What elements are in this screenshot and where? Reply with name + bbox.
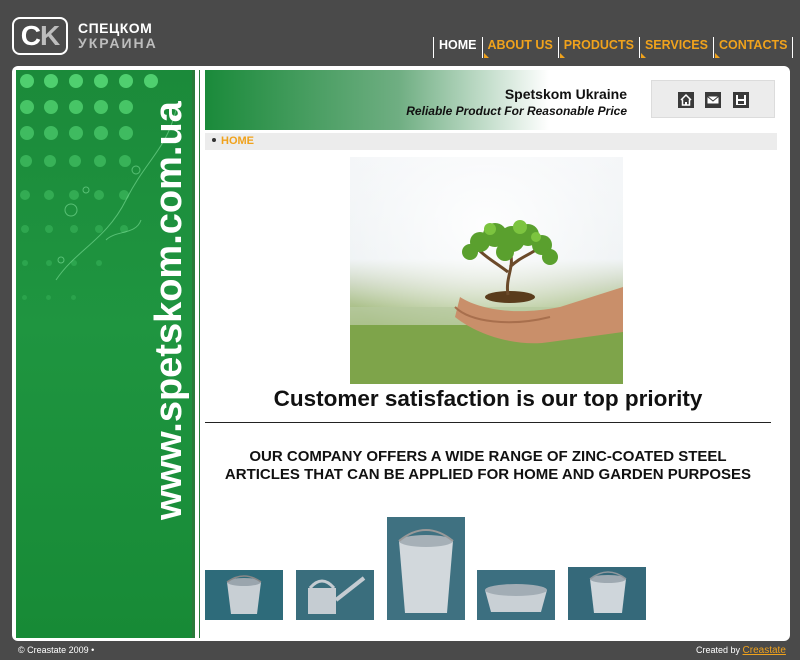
- main-nav: HOME ABOUT US PRODUCTS SERVICES CONTACTS: [433, 37, 794, 58]
- save-icon[interactable]: [733, 92, 749, 108]
- site-logo[interactable]: CK СПЕЦКОМ УКРАИНА: [12, 17, 158, 55]
- tree-in-hands-image: [350, 157, 623, 384]
- nav-contacts-label: CONTACTS: [718, 38, 788, 52]
- sidebar-url-text: www.spetskom.com.ua: [148, 101, 190, 520]
- footer-created-by: Created by: [696, 645, 741, 655]
- nav-home[interactable]: HOME: [433, 37, 482, 58]
- breadcrumb-home[interactable]: HOME: [221, 135, 254, 147]
- footer-credit: Created by Creastate: [696, 645, 786, 656]
- sidebar-divider: [192, 70, 195, 638]
- breadcrumb-bullet-icon: [212, 138, 216, 142]
- logo-mark: CK: [12, 17, 68, 55]
- nav-services[interactable]: SERVICES: [638, 37, 713, 58]
- breadcrumb: [205, 133, 777, 150]
- hero-image: [350, 157, 623, 384]
- nav-about-label: ABOUT US: [487, 38, 553, 52]
- mail-icon[interactable]: [705, 92, 721, 108]
- nav-triangle-icon: [559, 53, 565, 58]
- home-icon[interactable]: [678, 92, 694, 108]
- site-title: Spetskom Ukraine: [504, 86, 627, 102]
- product-large-pail[interactable]: [387, 517, 465, 620]
- nav-triangle-icon: [714, 53, 720, 58]
- main-slogan: Customer satisfaction is our top priorit…: [273, 386, 703, 411]
- nav-triangle-icon: [640, 53, 646, 58]
- product-small-bucket[interactable]: [205, 570, 283, 620]
- nav-home-label: HOME: [439, 38, 477, 52]
- sidebar-banner: www.spetskom.com.ua: [16, 70, 192, 638]
- logo-line2: УКРАИНА: [78, 35, 158, 51]
- logo-letter-k: K: [40, 20, 60, 51]
- product-watering-can[interactable]: [296, 570, 374, 620]
- nav-products[interactable]: PRODUCTS: [557, 37, 639, 58]
- product-tapered-bucket[interactable]: [568, 567, 646, 620]
- logo-line1: СПЕЦКОМ: [78, 20, 153, 36]
- footer-creator-link[interactable]: Creastate: [743, 645, 786, 656]
- nav-about-us[interactable]: ABOUT US: [481, 37, 558, 58]
- logo-letter-c: C: [20, 20, 41, 51]
- site-tagline: Reliable Product For Reasonable Price: [406, 104, 627, 118]
- nav-services-label: SERVICES: [644, 38, 708, 52]
- footer-copyright: © Creastate 2009 •: [18, 645, 95, 655]
- nav-contacts[interactable]: CONTACTS: [712, 37, 794, 58]
- logo-text: СПЕЦКОМ УКРАИНА: [78, 21, 158, 51]
- company-description: OUR COMPANY OFFERS A WIDE RANGE OF ZINC-…: [224, 448, 752, 483]
- divider-line: [205, 422, 771, 423]
- nav-triangle-icon: [483, 53, 489, 58]
- product-oval-tub[interactable]: [477, 570, 555, 620]
- sidebar-divider-thin: [199, 70, 200, 638]
- nav-products-label: PRODUCTS: [563, 38, 634, 52]
